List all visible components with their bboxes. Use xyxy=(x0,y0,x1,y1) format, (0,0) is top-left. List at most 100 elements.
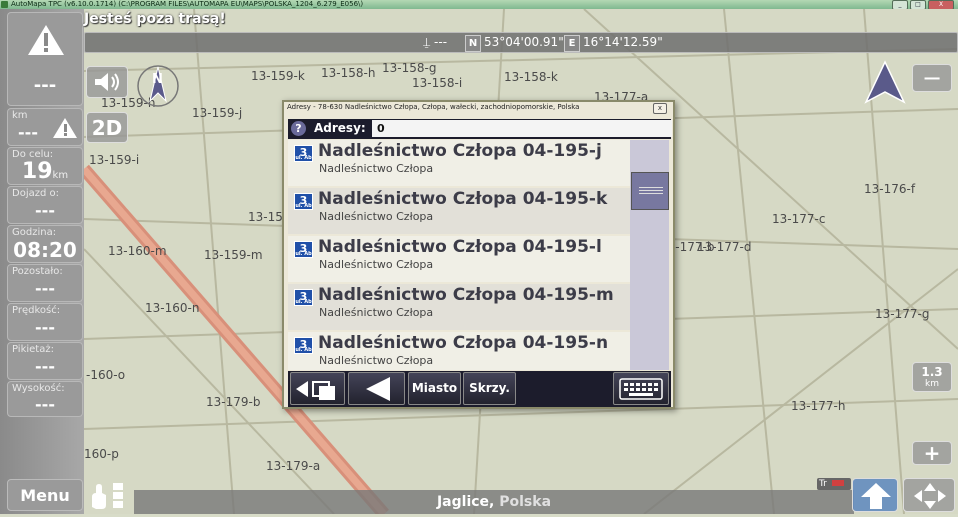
address-subtitle: Nadleśnictwo Człopa xyxy=(319,210,434,223)
road-label: 13-179-b xyxy=(206,395,261,409)
remaining-box: Pozostało: --- xyxy=(7,264,83,302)
place-separator: , xyxy=(489,494,500,510)
scale-unit: km xyxy=(925,379,939,389)
road-label: -160-o xyxy=(86,368,126,382)
address-subtitle: Nadleśnictwo Człopa xyxy=(319,162,434,175)
north-arrow-icon xyxy=(864,60,906,104)
list-item[interactable]: 3 ul. Ab Nadleśnictwo Człopa 04-195-m Nad… xyxy=(288,284,630,330)
road-label: 13-158-g xyxy=(382,61,437,75)
arrive-value: --- xyxy=(35,201,55,220)
road-label: 160-p xyxy=(84,447,119,461)
address-subtitle: Nadleśnictwo Człopa xyxy=(319,306,434,319)
road-label: 13-159-k xyxy=(251,69,305,83)
dialog-close-button[interactable]: x xyxy=(653,103,667,114)
view-mode-button[interactable]: 2D xyxy=(86,112,128,143)
latitude-value: 53°04'00.91" xyxy=(484,35,564,49)
back-windows-icon xyxy=(296,381,335,400)
sound-button[interactable] xyxy=(86,66,128,98)
road-label: 13-158-k xyxy=(504,70,558,84)
to-target-unit: km xyxy=(52,170,69,181)
road-label: 13-15 xyxy=(248,210,283,224)
off-route-message: Jesteś poza trasą! xyxy=(84,11,226,27)
street-sign-icon: 3 ul. Ab xyxy=(294,241,313,258)
help-icon[interactable]: ? xyxy=(291,121,306,136)
road-label: 13-159-j xyxy=(192,106,243,120)
km-value: --- xyxy=(18,123,38,142)
time-box: Godzina: 08:20 xyxy=(7,225,83,263)
place-country: Polska xyxy=(499,494,552,510)
list-item[interactable]: 3 ul. Ab Nadleśnictwo Człopa 04-195-l Nad… xyxy=(288,236,630,282)
close-window-button[interactable]: X xyxy=(928,0,954,9)
route-up-button[interactable] xyxy=(852,478,898,512)
zoom-out-button[interactable]: − xyxy=(912,64,952,92)
road-label: 13-177-c xyxy=(772,212,826,226)
app-icon xyxy=(1,1,8,8)
recenter-button[interactable] xyxy=(903,478,955,512)
address-name: Nadleśnictwo Człopa 04-195-k xyxy=(318,189,608,209)
street-sign-icon: 3 ul. Ab xyxy=(294,145,313,162)
crossroads-button[interactable]: Skrzy. xyxy=(463,372,516,405)
street-sign-icon: 3 ul. Ab xyxy=(294,289,313,306)
road-label: 13-177-g xyxy=(875,307,930,321)
arrive-label: Dojazd o: xyxy=(12,188,59,199)
altitude-readout: ⍊ --- xyxy=(423,35,447,50)
search-label: Adresy: xyxy=(314,121,366,135)
address-name: Nadleśnictwo Człopa 04-195-l xyxy=(318,237,602,257)
maximize-button[interactable]: □ xyxy=(910,0,926,9)
road-label: 13-179-a xyxy=(266,459,321,473)
to-target-value: 19 xyxy=(21,159,53,184)
keyboard-button[interactable] xyxy=(613,372,669,405)
address-dialog: Adresy - 78-630 Nadleśnictwo Człopa, Czł… xyxy=(282,100,675,409)
north-indicator[interactable] xyxy=(862,60,908,106)
list-item[interactable]: 3 ul. Ab Nadleśnictwo Człopa 04-195-n Nad… xyxy=(288,332,630,370)
list-item[interactable]: 3 ul. Ab Nadleśnictwo Człopa 04-195-j Nad… xyxy=(288,140,630,186)
map-compass[interactable]: N xyxy=(135,63,181,109)
speed-box: Prędkość: --- xyxy=(7,303,83,341)
keyboard-icon xyxy=(619,378,663,400)
height-value: --- xyxy=(35,395,55,414)
back-to-start-button[interactable] xyxy=(290,372,345,405)
address-list: 3 ul. Ab Nadleśnictwo Człopa 04-195-j Nad… xyxy=(288,140,630,370)
traffic-indicator: Tr xyxy=(817,478,851,490)
traffic-label: Tr xyxy=(819,479,827,489)
to-target-box: Do celu: 19km xyxy=(7,147,83,185)
search-input[interactable]: 0 xyxy=(372,120,672,137)
milestone-box: Pikietaż: --- xyxy=(7,342,83,380)
menu-button[interactable]: Menu xyxy=(7,479,83,511)
road-label: 13-160-n xyxy=(145,301,200,315)
milestone-label: Pikietaż: xyxy=(12,344,54,355)
hand-menu-icon xyxy=(92,483,123,509)
place-city: Jaglice xyxy=(436,494,490,510)
time-value: 08:20 xyxy=(13,238,77,262)
minimize-button[interactable]: _ xyxy=(892,0,908,9)
back-arrow-icon xyxy=(366,377,390,401)
compass-n-label: N xyxy=(152,72,163,87)
arrive-box: Dojazd o: --- xyxy=(7,186,83,224)
road-label: 13-176-f xyxy=(864,182,916,196)
height-label: Wysokość: xyxy=(12,383,65,394)
move-arrows-icon xyxy=(914,483,946,509)
warning-box[interactable]: --- xyxy=(7,12,83,106)
scrollbar-thumb[interactable] xyxy=(631,172,669,210)
list-item[interactable]: 3 ul. Ab Nadleśnictwo Człopa 04-195-k Nad… xyxy=(288,188,630,234)
up-arrow-icon xyxy=(861,483,891,509)
window-controls: _ □ X xyxy=(892,0,954,9)
list-scrollbar[interactable] xyxy=(630,140,669,370)
city-button[interactable]: Miasto xyxy=(408,372,461,405)
address-subtitle: Nadleśnictwo Człopa xyxy=(319,354,434,367)
lat-tag: N xyxy=(465,35,481,52)
address-name: Nadleśnictwo Człopa 04-195-m xyxy=(318,285,614,305)
address-name: Nadleśnictwo Człopa 04-195-n xyxy=(318,333,609,353)
milestone-value: --- xyxy=(35,357,55,376)
address-subtitle: Nadleśnictwo Człopa xyxy=(319,258,434,271)
speed-value: --- xyxy=(35,318,55,337)
traffic-light-icon xyxy=(831,480,844,486)
speaker-icon xyxy=(95,73,119,91)
road-label: 13-159-i xyxy=(89,153,140,167)
remaining-value: --- xyxy=(35,279,55,298)
warning-value: --- xyxy=(33,75,57,96)
zoom-in-button[interactable]: + xyxy=(912,441,952,465)
street-sign-icon: 3 ul. Ab xyxy=(294,337,313,354)
back-button[interactable] xyxy=(348,372,405,405)
gesture-button[interactable] xyxy=(86,479,128,511)
